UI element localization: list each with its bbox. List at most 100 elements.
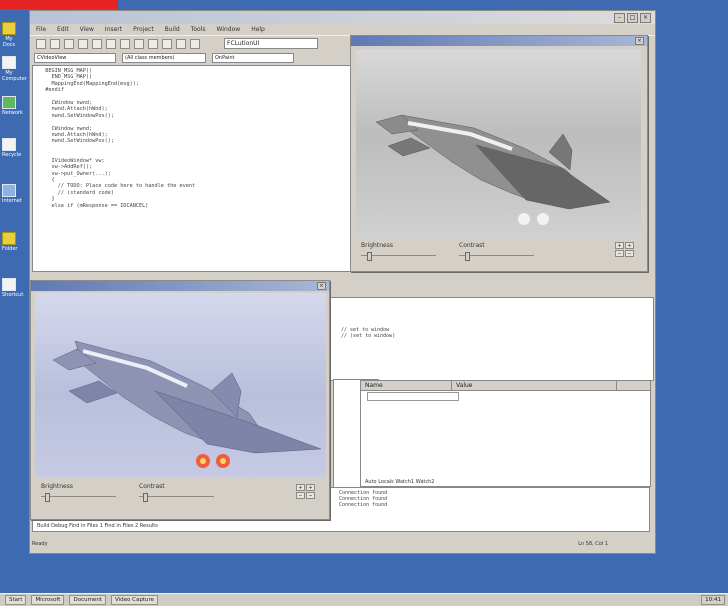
start-button[interactable]: Start: [5, 595, 27, 605]
image-window-top-titlebar: ×: [351, 36, 647, 46]
redo-icon[interactable]: [148, 38, 158, 49]
spin-up-button[interactable]: +: [625, 242, 634, 249]
taskbar: Start Microsoft Document Video Capture 1…: [0, 593, 728, 606]
output-icon[interactable]: [176, 38, 186, 49]
status-text: Ready: [32, 541, 48, 547]
menu-window[interactable]: Window: [217, 26, 241, 33]
desktop-icon[interactable]: Internet: [2, 184, 22, 204]
paste-icon[interactable]: [120, 38, 130, 49]
desktop-icon-glyph: [2, 138, 16, 151]
desktop-icon-strip: My Docs My Computer Network Recycle Internet…: [0, 0, 27, 330]
maximize-button[interactable]: □: [627, 12, 638, 23]
editor-lower-pane[interactable]: // set to window // (set to window): [328, 297, 654, 381]
new-file-icon[interactable]: [36, 38, 46, 49]
find-combo[interactable]: FCLutionUI: [224, 38, 318, 49]
desktop-icon[interactable]: My Docs: [2, 22, 16, 48]
desktop-icon-label: My Docs: [2, 36, 16, 48]
spin-up-button[interactable]: +: [306, 484, 315, 491]
menu-edit[interactable]: Edit: [57, 26, 69, 33]
watch-tabs[interactable]: Auto Locals Watch1 Watch2: [361, 478, 545, 486]
brightness-slider[interactable]: [41, 493, 116, 502]
editor-lower-text: // set to window // (set to window): [341, 327, 396, 339]
desktop-icon-label: Recycle: [2, 152, 22, 158]
jet-fighter-color-image: [52, 340, 322, 468]
desktop-icon-label: Internet: [2, 198, 22, 204]
desktop-icon[interactable]: Network: [2, 96, 23, 116]
desktop-icon-glyph: [2, 278, 16, 291]
menu-view[interactable]: View: [80, 26, 94, 33]
desktop-icon[interactable]: Recycle: [2, 138, 22, 158]
menu-insert[interactable]: Insert: [105, 26, 122, 33]
contrast-control-bottom: Contrast: [139, 483, 237, 502]
status-position: Ln 58, Col 1: [578, 541, 608, 547]
save-all-icon[interactable]: [78, 38, 88, 49]
desktop-icon[interactable]: Shortcut: [2, 278, 24, 298]
menu-file[interactable]: File: [36, 26, 46, 33]
contrast-label: Contrast: [139, 483, 165, 490]
brightness-label: Brightness: [361, 242, 393, 249]
menu-help[interactable]: Help: [251, 26, 265, 33]
contrast-slider[interactable]: [139, 493, 214, 502]
taskbar-item-document[interactable]: Document: [69, 595, 106, 605]
watch-col-name[interactable]: Name: [361, 381, 452, 390]
watch-col-value[interactable]: Value: [452, 381, 617, 390]
jet-fighter-image: [375, 114, 611, 225]
desktop-icon[interactable]: Folder: [2, 232, 17, 252]
taskbar-item-ide[interactable]: Microsoft: [31, 595, 65, 605]
menu-project[interactable]: Project: [133, 26, 154, 33]
class-combo[interactable]: CVideoView: [34, 52, 116, 63]
desktop-icon-label: Network: [2, 110, 23, 116]
workspace-icon[interactable]: [162, 38, 172, 49]
minimize-button[interactable]: –: [614, 12, 625, 23]
taskbar-item-video[interactable]: Video Capture: [110, 595, 158, 605]
copy-icon[interactable]: [106, 38, 116, 49]
image-window-bottom: × Brightness Contrast + + − −: [30, 280, 330, 520]
undo-icon[interactable]: [134, 38, 144, 49]
code-editor[interactable]: BEGIN_MSG_MAP() END_MSG_MAP() MappingEnd…: [32, 65, 354, 272]
open-folder-icon[interactable]: [50, 38, 60, 49]
desktop-icon-glyph: [2, 96, 16, 109]
top-controls: Brightness Contrast: [361, 242, 557, 261]
status-bar: Ready Ln 58, Col 1: [32, 539, 648, 549]
filter-combo[interactable]: (All class members): [122, 52, 206, 63]
spin-up-button[interactable]: +: [296, 484, 305, 491]
contrast-control-top: Contrast: [459, 242, 557, 261]
desktop-icon-label: Shortcut: [2, 292, 24, 298]
spin-up-button[interactable]: +: [615, 242, 624, 249]
desktop-icon-glyph: [2, 232, 16, 245]
ide-titlebar: – □ ×: [30, 11, 655, 24]
brightness-label: Brightness: [41, 483, 73, 490]
watch-edit-cell[interactable]: [367, 392, 459, 401]
top-spin-buttons: + + − −: [615, 242, 634, 257]
spin-down-button[interactable]: −: [625, 250, 634, 257]
desktop-icon[interactable]: My Computer: [2, 56, 27, 82]
desktop-icon-glyph: [2, 56, 16, 69]
bottom-controls: Brightness Contrast: [41, 483, 237, 502]
image-window-bottom-titlebar: ×: [31, 281, 329, 291]
watch-pane[interactable]: Name Value Auto Locals Watch1 Watch2: [360, 380, 651, 487]
bottom-spin-buttons: + + − −: [296, 484, 315, 499]
close-button[interactable]: ×: [640, 12, 651, 23]
close-icon[interactable]: ×: [317, 282, 326, 290]
grayscale-jet-image: [356, 50, 641, 239]
member-combo[interactable]: OnPaint: [212, 52, 294, 63]
menu-bar: File Edit View Insert Project Build Tool…: [30, 24, 655, 35]
color-jet-image: [35, 293, 326, 477]
menu-build[interactable]: Build: [165, 26, 180, 33]
spin-down-button[interactable]: −: [615, 250, 624, 257]
spin-down-button[interactable]: −: [306, 492, 315, 499]
output-tabs[interactable]: Build Debug Find in Files 1 Find in File…: [37, 523, 158, 529]
close-icon[interactable]: ×: [635, 37, 644, 45]
desktop-icon-glyph: [2, 184, 16, 197]
brightness-control-bottom: Brightness: [41, 483, 139, 502]
source-code: BEGIN_MSG_MAP() END_MSG_MAP() MappingEnd…: [45, 68, 196, 209]
desktop-icon-glyph: [2, 22, 16, 35]
spin-down-button[interactable]: −: [296, 492, 305, 499]
save-icon[interactable]: [64, 38, 74, 49]
contrast-slider[interactable]: [459, 252, 534, 261]
desktop-icon-label: My Computer: [2, 70, 27, 82]
cut-icon[interactable]: [92, 38, 102, 49]
brightness-slider[interactable]: [361, 252, 436, 261]
menu-tools[interactable]: Tools: [191, 26, 206, 33]
find-in-files-icon[interactable]: [190, 38, 200, 49]
